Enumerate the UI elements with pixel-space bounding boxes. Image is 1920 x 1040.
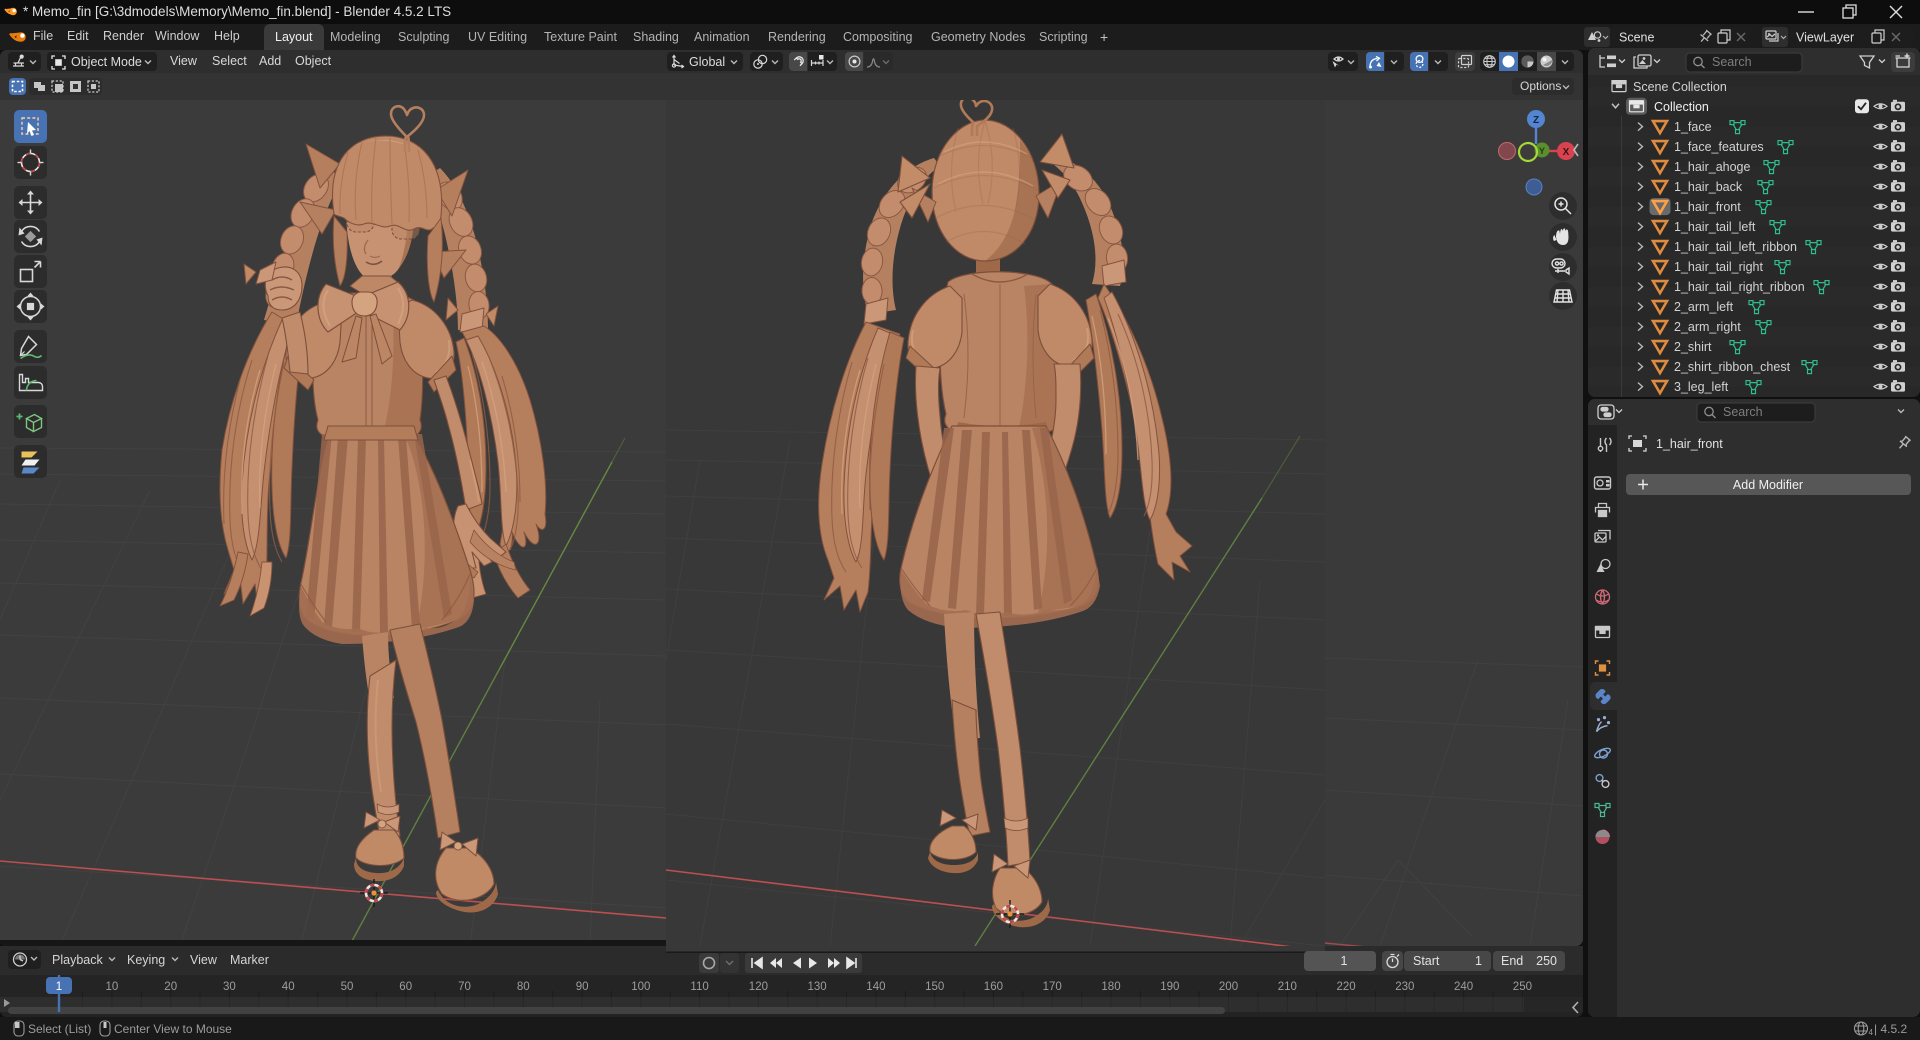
svg-text:Y: Y	[1539, 146, 1545, 156]
svg-text:Scene Collection: Scene Collection	[1633, 80, 1727, 94]
svg-text:70: 70	[458, 981, 471, 993]
svg-text:1: 1	[56, 981, 62, 993]
svg-text:1_hair_tail_left: 1_hair_tail_left	[1674, 220, 1756, 234]
svg-text:230: 230	[1395, 981, 1414, 993]
svg-text:1_face: 1_face	[1674, 120, 1712, 134]
svg-text:Collection: Collection	[1654, 100, 1709, 114]
svg-text:250: 250	[1536, 954, 1557, 968]
svg-text:Keying: Keying	[127, 953, 165, 967]
svg-text:160: 160	[984, 981, 1003, 993]
svg-text:170: 170	[1043, 981, 1062, 993]
svg-text:140: 140	[866, 981, 885, 993]
svg-text:1_face_features: 1_face_features	[1674, 140, 1764, 154]
svg-text:3_leg_left: 3_leg_left	[1674, 380, 1729, 394]
svg-text:250: 250	[1513, 981, 1532, 993]
svg-text:30: 30	[223, 981, 236, 993]
svg-text:ViewLayer: ViewLayer	[1796, 31, 1854, 45]
svg-text:50: 50	[341, 981, 354, 993]
svg-text:40: 40	[282, 981, 295, 993]
svg-text:2_arm_right: 2_arm_right	[1674, 320, 1741, 334]
svg-text:100: 100	[631, 981, 650, 993]
svg-text:200: 200	[1219, 981, 1238, 993]
svg-text:10: 10	[106, 981, 119, 993]
svg-text:2_shirt_ribbon_chest: 2_shirt_ribbon_chest	[1674, 360, 1791, 374]
svg-text:130: 130	[808, 981, 827, 993]
svg-text:Add Modifier: Add Modifier	[1733, 478, 1803, 492]
svg-text:110: 110	[690, 981, 708, 993]
svg-text:Search: Search	[1712, 55, 1752, 69]
svg-text:190: 190	[1160, 981, 1179, 993]
svg-text:60: 60	[399, 981, 412, 993]
svg-text:20: 20	[164, 981, 177, 993]
svg-text:Start: Start	[1413, 954, 1440, 968]
svg-text:1_hair_tail_right_ribbon: 1_hair_tail_right_ribbon	[1674, 280, 1805, 294]
svg-text:1_hair_front: 1_hair_front	[1674, 200, 1741, 214]
svg-text:4: 4	[1869, 1028, 1874, 1037]
svg-text:| 4.5.2: | 4.5.2	[1874, 1022, 1907, 1036]
svg-text:1_hair_tail_right: 1_hair_tail_right	[1674, 260, 1763, 274]
svg-text:X: X	[1563, 147, 1570, 158]
svg-text:Marker: Marker	[230, 953, 269, 967]
svg-text:240: 240	[1454, 981, 1473, 993]
svg-text:180: 180	[1101, 981, 1120, 993]
svg-text:Select (List): Select (List)	[28, 1022, 91, 1036]
svg-text:220: 220	[1337, 981, 1356, 993]
svg-text:Center View to Mouse: Center View to Mouse	[114, 1022, 232, 1036]
svg-text:2_arm_left: 2_arm_left	[1674, 300, 1734, 314]
svg-text:View: View	[190, 953, 218, 967]
svg-text:80: 80	[517, 981, 530, 993]
svg-text:150: 150	[925, 981, 944, 993]
svg-text:1: 1	[1475, 954, 1482, 968]
svg-text:210: 210	[1278, 981, 1297, 993]
svg-text:Scene: Scene	[1619, 31, 1654, 45]
svg-text:1_hair_front: 1_hair_front	[1656, 437, 1723, 451]
svg-text:2_shirt: 2_shirt	[1674, 340, 1712, 354]
svg-text:1: 1	[1341, 954, 1348, 968]
svg-text:90: 90	[576, 981, 589, 993]
svg-text:120: 120	[749, 981, 768, 993]
svg-text:End: End	[1501, 954, 1523, 968]
svg-text:Search: Search	[1723, 405, 1763, 419]
svg-text:1_hair_ahoge: 1_hair_ahoge	[1674, 160, 1751, 174]
svg-text:Z: Z	[1533, 115, 1539, 126]
svg-text:1_hair_back: 1_hair_back	[1674, 180, 1743, 194]
svg-text:Playback: Playback	[52, 953, 103, 967]
svg-text:1_hair_tail_left_ribbon: 1_hair_tail_left_ribbon	[1674, 240, 1797, 254]
